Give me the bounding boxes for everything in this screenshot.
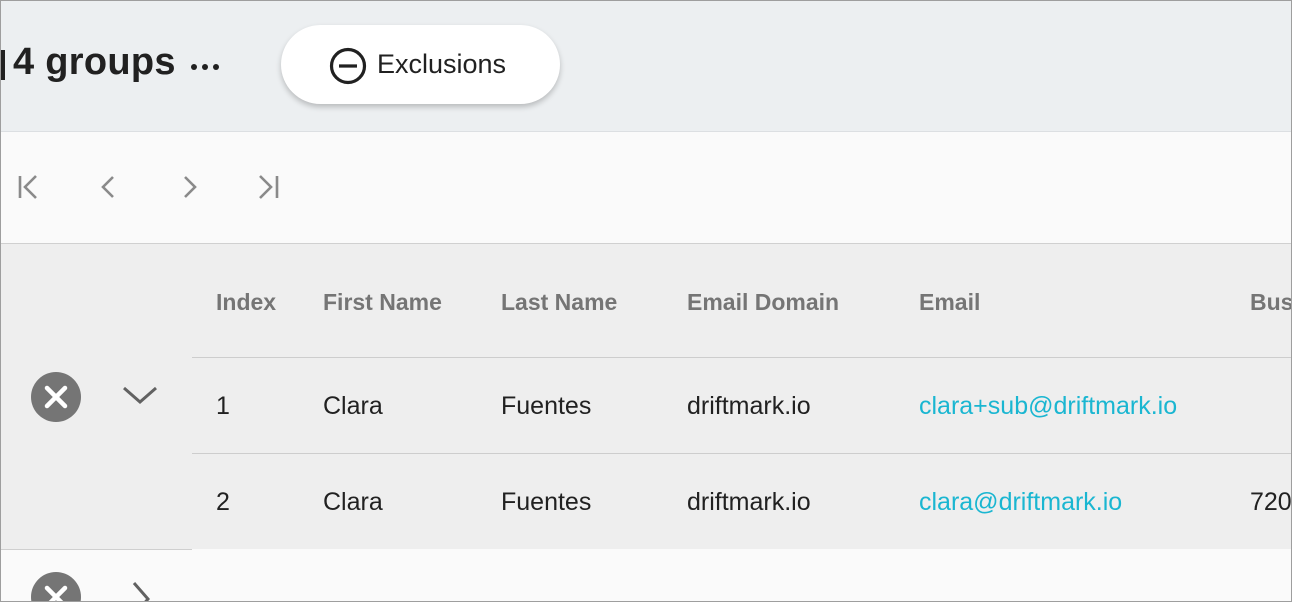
app-frame: 4 groups Exclusions Index First Name Las… xyxy=(0,0,1292,602)
cell-email-domain: driftmark.io xyxy=(687,392,811,420)
cell-email-link[interactable]: clara+sub@driftmark.io xyxy=(919,392,1177,421)
cell-last-name: Fuentes xyxy=(501,488,592,516)
group-collapsed xyxy=(1,550,1291,601)
chevron-down-icon[interactable] xyxy=(120,380,160,410)
chevron-right-icon[interactable] xyxy=(126,579,156,602)
more-horizontal-icon[interactable] xyxy=(190,63,220,71)
page-title: 4 groups xyxy=(13,41,176,83)
cell-index: 1 xyxy=(216,392,230,420)
groups-header: 4 groups Exclusions xyxy=(1,1,1291,132)
cell-bus: 720 xyxy=(1250,488,1292,516)
remove-group-icon[interactable] xyxy=(30,371,82,423)
column-header-email[interactable]: Email xyxy=(919,289,980,316)
previous-page-icon[interactable] xyxy=(94,172,124,202)
pagination-bar xyxy=(1,132,1291,244)
cell-last-name: Fuentes xyxy=(501,392,592,420)
cell-index: 2 xyxy=(216,488,230,516)
cell-email-link[interactable]: clara@driftmark.io xyxy=(919,488,1122,517)
group-expanded: Index First Name Last Name Email Domain … xyxy=(1,244,1291,550)
exclusions-label: Exclusions xyxy=(377,49,507,79)
column-header-last-name[interactable]: Last Name xyxy=(501,289,617,316)
remove-group-icon[interactable] xyxy=(30,571,82,602)
table-row: 2 Clara Fuentes driftmark.io clara@drift… xyxy=(192,454,1291,549)
cell-first-name: Clara xyxy=(323,488,383,516)
first-page-icon[interactable] xyxy=(14,172,44,202)
table-row: 1 Clara Fuentes driftmark.io clara+sub@d… xyxy=(192,358,1291,454)
exclusions-button[interactable]: Exclusions xyxy=(281,25,560,104)
next-page-icon[interactable] xyxy=(174,172,204,202)
cell-first-name: Clara xyxy=(323,392,383,420)
column-header-bus[interactable]: Bus xyxy=(1250,289,1291,316)
column-header-index[interactable]: Index xyxy=(216,289,276,316)
column-header-first-name[interactable]: First Name xyxy=(323,289,442,316)
group-controls xyxy=(1,244,192,550)
group-table: Index First Name Last Name Email Domain … xyxy=(192,244,1291,549)
table-header: Index First Name Last Name Email Domain … xyxy=(192,244,1291,358)
last-page-icon[interactable] xyxy=(254,172,284,202)
column-header-email-domain[interactable]: Email Domain xyxy=(687,289,839,316)
title-overflow-edge xyxy=(1,50,5,80)
minus-circle-icon xyxy=(329,47,367,85)
cell-email-domain: driftmark.io xyxy=(687,488,811,516)
